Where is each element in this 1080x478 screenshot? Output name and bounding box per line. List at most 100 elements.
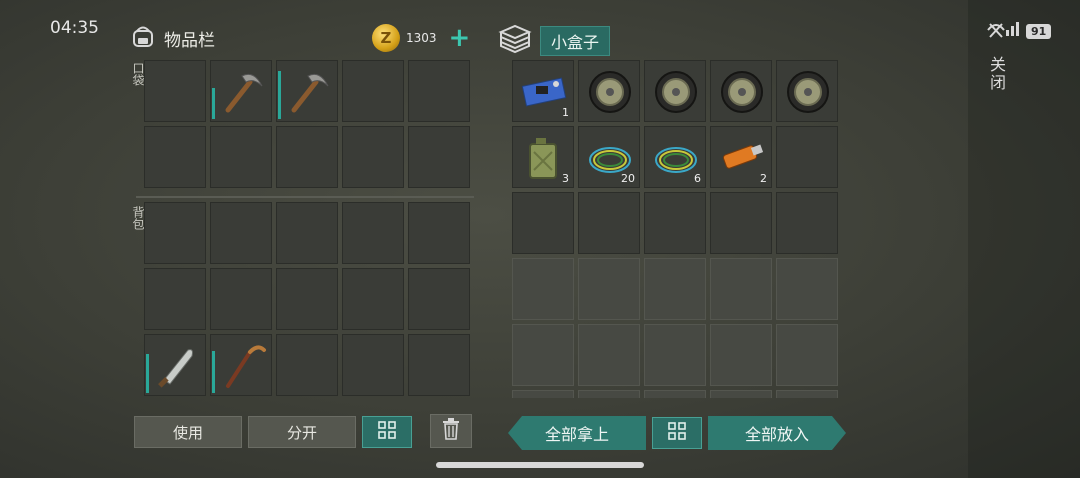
put-all-button[interactable]: 全部放入 [708, 416, 846, 450]
machete-icon [150, 340, 202, 396]
backpack-slot[interactable] [276, 268, 338, 330]
locked-slot [512, 390, 574, 398]
durability-bar [146, 354, 149, 393]
backpack-slot[interactable] [276, 334, 338, 396]
item-quantity: 6 [694, 172, 701, 185]
container-slot[interactable] [710, 192, 772, 254]
battery-indicator: 91 [1026, 23, 1052, 39]
pocket-slot[interactable] [408, 126, 470, 188]
backpack-slot[interactable] [342, 202, 404, 264]
container-slot[interactable] [644, 60, 706, 122]
locked-slot [644, 324, 706, 386]
pocket-slot[interactable] [408, 60, 470, 122]
pocket-slot[interactable] [210, 60, 272, 122]
item-quantity: 1 [562, 106, 569, 119]
pocket-slot[interactable] [144, 60, 206, 122]
coin-icon: Z [372, 24, 400, 52]
container-grid-locked [512, 258, 838, 398]
grid-icon [377, 420, 397, 444]
backpack-slot[interactable] [408, 202, 470, 264]
wheel-icon [650, 66, 702, 122]
backpack-slot[interactable] [144, 334, 206, 396]
box-icon [498, 24, 532, 58]
locked-slot [710, 258, 772, 320]
grid-icon [667, 421, 687, 445]
sort-inventory-button[interactable] [362, 416, 412, 448]
container-slot[interactable]: 20 [578, 126, 640, 188]
locked-slot [578, 258, 640, 320]
locked-slot [710, 324, 772, 386]
wheel-icon [716, 66, 768, 122]
container-slot[interactable] [512, 192, 574, 254]
container-slot[interactable] [578, 60, 640, 122]
wheel-icon [782, 66, 834, 122]
container-slot[interactable] [710, 60, 772, 122]
container-slot[interactable]: 1 [512, 60, 574, 122]
trash-icon [442, 418, 460, 444]
container-slot[interactable] [776, 192, 838, 254]
pocket-slot[interactable] [342, 60, 404, 122]
backpack-slot[interactable] [210, 202, 272, 264]
pickaxe-icon [216, 66, 268, 122]
container-header: 小盒子 [498, 24, 611, 58]
locked-slot [776, 258, 838, 320]
container-title: 小盒子 [540, 26, 611, 56]
pocket-slot[interactable] [210, 126, 272, 188]
container-slot[interactable] [776, 60, 838, 122]
close-button[interactable]: 关闭 [984, 56, 1008, 92]
container-grid: 1 3 20 6 2 [512, 60, 838, 254]
item-quantity: 2 [760, 172, 767, 185]
locked-slot [512, 324, 574, 386]
backpack-slot[interactable] [144, 268, 206, 330]
pocket-slot[interactable] [144, 126, 206, 188]
container-slot[interactable]: 6 [644, 126, 706, 188]
backpack-icon [130, 24, 156, 52]
durability-bar [212, 88, 215, 119]
home-indicator[interactable] [436, 462, 644, 468]
add-currency-button[interactable]: + [449, 25, 471, 51]
sort-container-button[interactable] [652, 417, 702, 449]
locked-slot [644, 390, 706, 398]
use-button[interactable]: 使用 [134, 416, 242, 448]
locked-slot [578, 390, 640, 398]
backpack-slot[interactable] [342, 268, 404, 330]
backpack-slot[interactable] [342, 334, 404, 396]
backpack-slot[interactable] [210, 268, 272, 330]
container-slot[interactable]: 2 [710, 126, 772, 188]
wheel-icon [584, 66, 636, 122]
locked-slot [644, 258, 706, 320]
backpack-slot[interactable] [276, 202, 338, 264]
inventory-header: 物品栏 [130, 24, 215, 52]
pocket-slot[interactable] [342, 126, 404, 188]
pickaxe-icon [282, 66, 334, 122]
container-slot[interactable] [776, 126, 838, 188]
inventory-title: 物品栏 [164, 30, 215, 51]
item-quantity: 20 [621, 172, 635, 185]
backpack-grid [144, 202, 470, 396]
item-quantity: 3 [562, 172, 569, 185]
trash-button[interactable] [430, 414, 472, 448]
take-all-button[interactable]: 全部拿上 [508, 416, 646, 450]
locked-slot [578, 324, 640, 386]
pocket-slot[interactable] [276, 60, 338, 122]
currency-display: Z 1303 + [372, 24, 470, 52]
locked-slot [512, 258, 574, 320]
container-slot[interactable] [644, 192, 706, 254]
split-button[interactable]: 分开 [248, 416, 356, 448]
backpack-slot[interactable] [144, 202, 206, 264]
container-slot[interactable]: 3 [512, 126, 574, 188]
signal-icon [986, 20, 1020, 42]
locked-slot [710, 390, 772, 398]
backpack-slot[interactable] [408, 334, 470, 396]
backpack-slot[interactable] [210, 334, 272, 396]
coin-amount: 1303 [406, 31, 437, 45]
status-icons: 91 [986, 20, 1052, 42]
clock: 04:35 [50, 18, 99, 38]
pocket-slot[interactable] [276, 126, 338, 188]
backpack-slot[interactable] [408, 268, 470, 330]
hockey-stick-icon [216, 340, 268, 396]
section-divider [136, 196, 474, 198]
container-slot[interactable] [578, 192, 640, 254]
durability-bar [278, 71, 281, 119]
pocket-grid [144, 60, 470, 188]
